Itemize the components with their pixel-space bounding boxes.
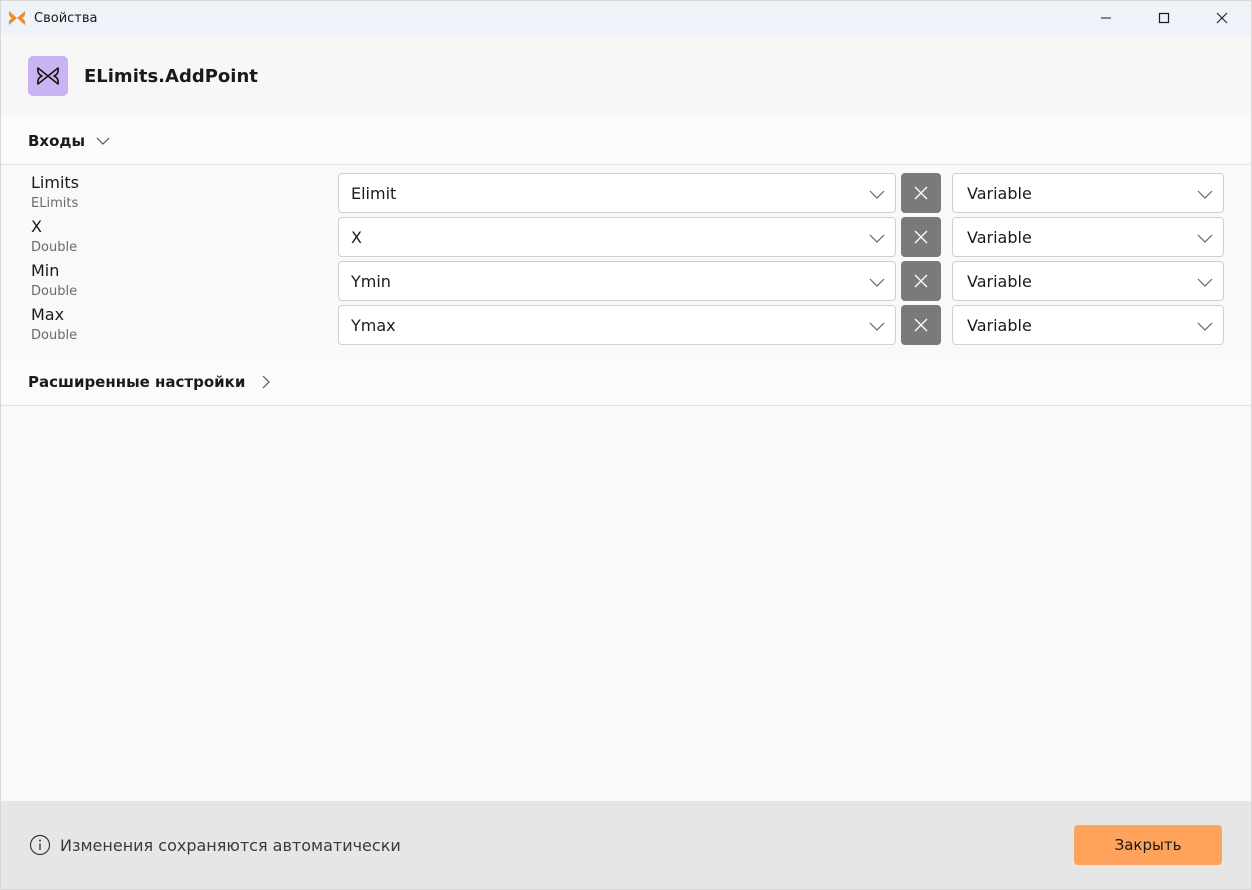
- butterfly-icon: [8, 9, 26, 27]
- close-icon: [914, 186, 928, 200]
- param-name: Min: [31, 261, 60, 280]
- param-name: Limits: [31, 173, 79, 192]
- chevron-right-icon: [259, 374, 273, 390]
- node-icon-badge: [28, 56, 68, 96]
- node-header: ELimits.AddPoint: [1, 35, 1251, 117]
- inputs-section-header[interactable]: Входы: [1, 117, 1251, 165]
- clear-button[interactable]: [901, 261, 941, 301]
- clear-button[interactable]: [901, 173, 941, 213]
- close-icon: [1216, 12, 1228, 24]
- clear-button[interactable]: [901, 305, 941, 345]
- chevron-down-icon: [1197, 322, 1213, 331]
- footer-bar: Изменения сохраняются автоматически Закр…: [1, 801, 1251, 889]
- input-row-x: X Double X Variable: [1, 217, 1251, 261]
- chevron-down-icon: [869, 322, 885, 331]
- value-combobox[interactable]: X: [338, 217, 896, 257]
- value-combobox[interactable]: Ymin: [338, 261, 896, 301]
- chevron-down-icon: [95, 133, 111, 149]
- properties-window: Свойства ELimits.AddPoint Входы Limits E…: [0, 0, 1252, 890]
- window-title: Свойства: [34, 10, 98, 26]
- advanced-section-label: Расширенные настройки: [28, 372, 246, 391]
- mode-combobox[interactable]: Variable: [952, 173, 1224, 213]
- input-row-max: Max Double Ymax Variable: [1, 305, 1251, 349]
- chevron-down-icon: [1197, 234, 1213, 243]
- value-combobox[interactable]: Ymax: [338, 305, 896, 345]
- butterfly-icon: [37, 67, 59, 85]
- clear-button[interactable]: [901, 217, 941, 257]
- autosave-info-text: Изменения сохраняются автоматически: [60, 835, 401, 855]
- node-title: ELimits.AddPoint: [84, 65, 258, 87]
- mode-combobox[interactable]: Variable: [952, 305, 1224, 345]
- mode-combobox[interactable]: Variable: [952, 261, 1224, 301]
- mode-combobox-text: Variable: [967, 227, 1032, 247]
- input-row-min: Min Double Ymin Variable: [1, 261, 1251, 305]
- info-icon: [29, 834, 51, 856]
- mode-combobox[interactable]: Variable: [952, 217, 1224, 257]
- param-type: Double: [31, 240, 78, 255]
- param-name: X: [31, 217, 42, 236]
- value-combobox[interactable]: Elimit: [338, 173, 896, 213]
- value-combobox-text: X: [351, 227, 362, 247]
- advanced-section-header[interactable]: Расширенные настройки: [1, 358, 1251, 406]
- minimize-icon: [1101, 17, 1111, 19]
- mode-combobox-text: Variable: [967, 183, 1032, 203]
- close-window-button[interactable]: [1193, 1, 1251, 35]
- maximize-button[interactable]: [1135, 1, 1193, 35]
- param-name: Max: [31, 305, 65, 324]
- close-icon: [914, 230, 928, 244]
- close-icon: [914, 318, 928, 332]
- inputs-list: Limits ELimits Elimit Variable X Double …: [1, 166, 1251, 356]
- value-combobox-text: Ymax: [351, 315, 396, 335]
- chevron-down-icon: [1197, 278, 1213, 287]
- content-empty-area: [1, 407, 1251, 801]
- close-icon: [914, 274, 928, 288]
- window-controls: [1077, 1, 1251, 35]
- close-button[interactable]: Закрыть: [1074, 825, 1222, 865]
- minimize-button[interactable]: [1077, 1, 1135, 35]
- chevron-down-icon: [869, 278, 885, 287]
- input-row-limits: Limits ELimits Elimit Variable: [1, 173, 1251, 217]
- chevron-down-icon: [1197, 190, 1213, 199]
- mode-combobox-text: Variable: [967, 271, 1032, 291]
- param-type: Double: [31, 328, 78, 343]
- param-type: ELimits: [31, 196, 79, 211]
- value-combobox-text: Elimit: [351, 183, 397, 203]
- maximize-icon: [1158, 12, 1170, 24]
- chevron-down-icon: [869, 190, 885, 199]
- title-bar: Свойства: [1, 1, 1251, 35]
- mode-combobox-text: Variable: [967, 315, 1032, 335]
- inputs-section-label: Входы: [28, 131, 86, 150]
- param-type: Double: [31, 284, 78, 299]
- value-combobox-text: Ymin: [351, 271, 391, 291]
- chevron-down-icon: [869, 234, 885, 243]
